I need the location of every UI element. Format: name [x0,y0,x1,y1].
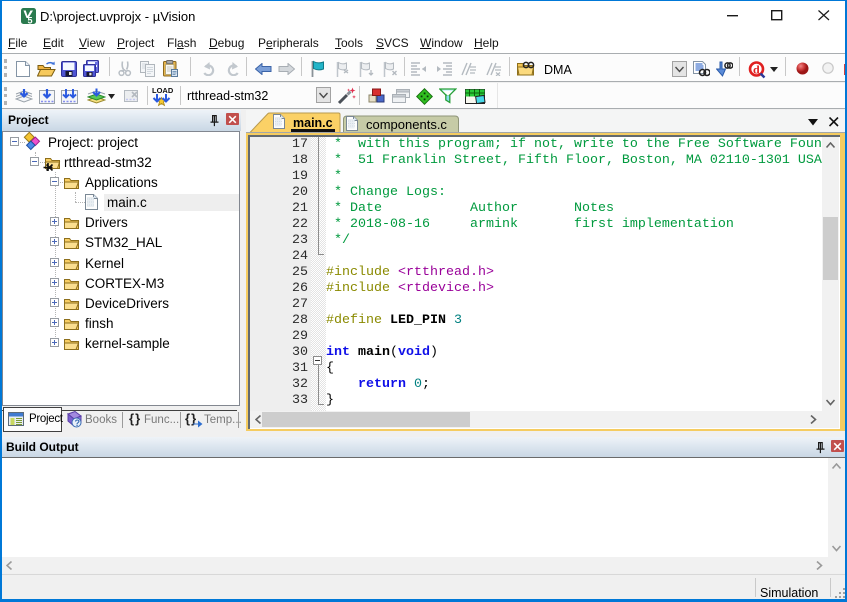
svg-text:5: 5 [28,16,33,26]
svg-text:LOAD: LOAD [152,86,174,95]
svg-text:?: ? [75,418,81,428]
svg-text:d: d [753,63,760,77]
